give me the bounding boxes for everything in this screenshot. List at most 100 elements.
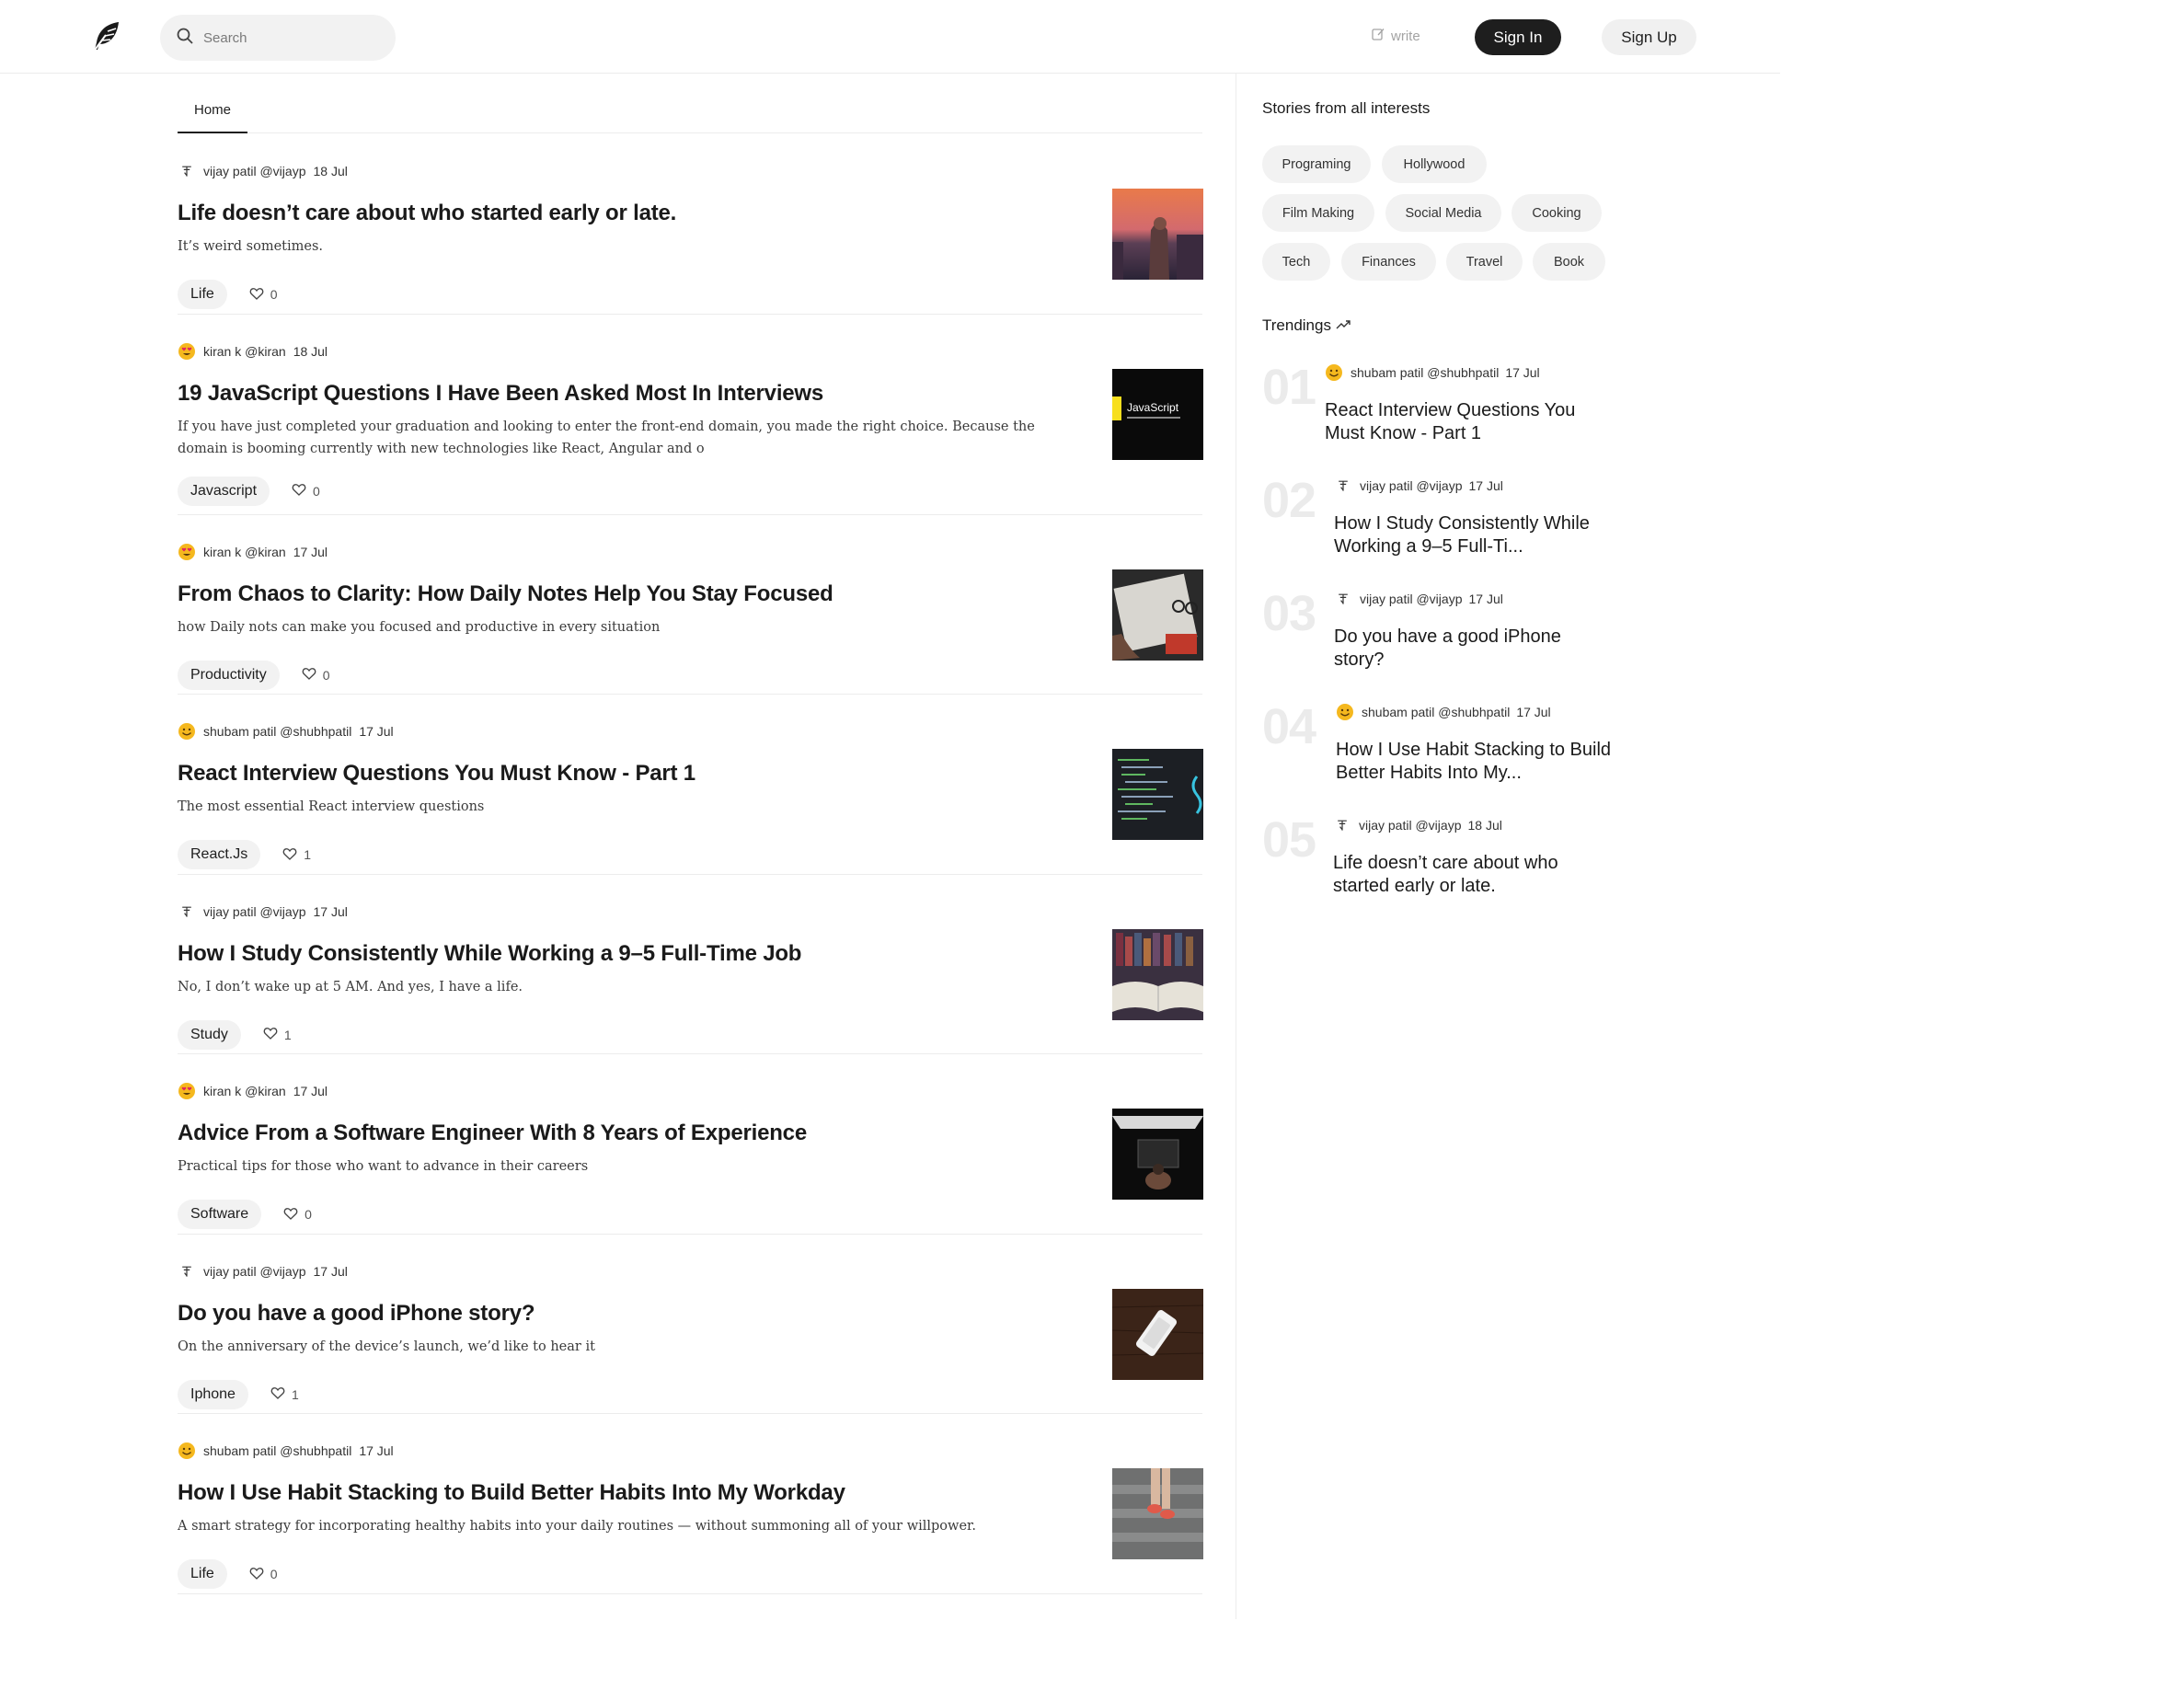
trending-title[interactable]: How I Study Consistently While Working a… [1334, 512, 1610, 558]
like-button[interactable]: 0 [249, 286, 278, 304]
post-author[interactable]: kiran k @kiran [203, 1084, 286, 1098]
post-tag[interactable]: React.Js [178, 840, 261, 869]
post-tag[interactable]: Life [178, 280, 227, 309]
like-button[interactable]: 0 [283, 1206, 312, 1224]
trending-author[interactable]: vijay patil @vijayp [1359, 818, 1461, 833]
tab-home[interactable]: Home [178, 88, 247, 133]
sign-up-button[interactable]: Sign Up [1602, 19, 1696, 55]
post-title[interactable]: How I Use Habit Stacking to Build Better… [178, 1480, 845, 1506]
trending-meta: vijay patil @vijayp 18 Jul [1333, 816, 1502, 834]
post-meta: shubam patil @shubhpatil 17 Jul [178, 722, 394, 741]
post-card[interactable]: vijay patil @vijayp 17 Jul Do you have a g… [178, 1235, 1203, 1414]
like-count: 1 [304, 847, 312, 862]
interest-chip-finances[interactable]: Finances [1341, 243, 1436, 281]
post-author[interactable]: vijay patil @vijayp [203, 904, 305, 919]
interest-chip-hollywood[interactable]: Hollywood [1382, 145, 1487, 183]
feather-logo-icon[interactable] [87, 18, 124, 55]
post-card[interactable]: shubam patil @shubhpatil 17 Jul How I Use … [178, 1414, 1203, 1594]
like-button[interactable]: 0 [302, 666, 330, 684]
post-author[interactable]: shubam patil @shubhpatil [203, 724, 351, 739]
post-title[interactable]: Life doesn’t care about who started earl… [178, 201, 676, 226]
post-thumbnail[interactable] [1112, 749, 1203, 840]
post-title[interactable]: Do you have a good iPhone story? [178, 1301, 535, 1327]
like-button[interactable]: 1 [270, 1385, 299, 1403]
trending-title[interactable]: Do you have a good iPhone story? [1334, 626, 1610, 672]
trending-date: 17 Jul [1505, 365, 1540, 380]
post-title[interactable]: How I Study Consistently While Working a… [178, 941, 801, 967]
svg-text:JavaScript: JavaScript [1127, 401, 1179, 414]
search-input[interactable] [203, 29, 387, 46]
trending-title[interactable]: React Interview Questions You Must Know … [1325, 399, 1601, 445]
post-card[interactable]: vijay patil @vijayp 18 Jul Life doesn’t ca… [178, 134, 1203, 315]
post-tag[interactable]: Life [178, 1559, 227, 1589]
post-description: It’s weird sometimes. [178, 239, 324, 254]
post-thumbnail[interactable] [1112, 1109, 1203, 1200]
interest-chip-social-media[interactable]: Social Media [1385, 194, 1501, 232]
heart-icon [283, 1206, 305, 1224]
like-count: 0 [322, 667, 330, 683]
trending-meta: vijay patil @vijayp 17 Jul [1334, 477, 1503, 495]
trending-item[interactable]: 04 shubam patil @shubhpatil 17 Jul How I Us… [1262, 698, 1612, 809]
post-author[interactable]: kiran k @kiran [203, 545, 286, 559]
interest-chip-travel[interactable]: Travel [1446, 243, 1523, 281]
trending-date: 18 Jul [1467, 818, 1502, 833]
post-title[interactable]: Advice From a Software Engineer With 8 Y… [178, 1121, 807, 1146]
trending-item[interactable]: 03 vijay patil @vijayp 17 Jul Do you have a… [1262, 585, 1612, 695]
trendings-label: Trendings [1262, 316, 1331, 334]
post-card[interactable]: kiran k @kiran 17 Jul From Chaos to Clarit… [178, 515, 1203, 695]
like-button[interactable]: 0 [292, 482, 320, 500]
post-tag[interactable]: Software [178, 1200, 262, 1229]
trending-item[interactable]: 05 vijay patil @vijayp 18 Jul Life doesn’t … [1262, 811, 1612, 922]
interest-chip-book[interactable]: Book [1533, 243, 1605, 281]
like-button[interactable]: 1 [282, 846, 311, 864]
post-title[interactable]: React Interview Questions You Must Know … [178, 761, 695, 787]
post-tag[interactable]: Productivity [178, 660, 280, 690]
trending-item[interactable]: 02 vijay patil @vijayp 17 Jul How I Study C… [1262, 472, 1612, 582]
trending-author[interactable]: vijay patil @vijayp [1360, 592, 1462, 606]
post-thumbnail[interactable]: JavaScript [1112, 368, 1203, 460]
heart-icon [249, 286, 270, 304]
trending-author[interactable]: vijay patil @vijayp [1360, 478, 1462, 493]
like-button[interactable]: 1 [263, 1026, 292, 1043]
post-meta: shubam patil @shubhpatil 17 Jul [178, 1442, 394, 1460]
interest-chip-film-making[interactable]: Film Making [1262, 194, 1374, 232]
search-box[interactable] [160, 15, 396, 61]
trending-item[interactable]: 01 shubam patil @shubhpatil 17 Jul React In… [1262, 359, 1612, 469]
post-author[interactable]: vijay patil @vijayp [203, 1264, 305, 1279]
like-button[interactable]: 0 [249, 1566, 278, 1583]
post-card[interactable]: kiran k @kiran 18 Jul 19 JavaScript Questi… [178, 315, 1203, 515]
interest-chip-programing[interactable]: Programing [1262, 145, 1371, 183]
interest-chip-cooking[interactable]: Cooking [1512, 194, 1602, 232]
post-tag[interactable]: Iphone [178, 1379, 248, 1409]
post-thumbnail[interactable] [1112, 1468, 1203, 1559]
post-description: The most essential React interview quest… [178, 799, 485, 814]
trending-author[interactable]: shubam patil @shubhpatil [1351, 365, 1499, 380]
post-tag[interactable]: Study [178, 1019, 241, 1050]
trending-title[interactable]: Life doesn’t care about who started earl… [1333, 852, 1609, 898]
like-count: 0 [305, 1207, 312, 1222]
post-card[interactable]: vijay patil @vijayp 17 Jul How I Study Con… [178, 875, 1203, 1054]
trending-title[interactable]: How I Use Habit Stacking to Build Better… [1336, 739, 1612, 785]
interest-chip-tech[interactable]: Tech [1262, 243, 1330, 281]
heart-eyes-emoji [178, 342, 196, 361]
post-title[interactable]: 19 JavaScript Questions I Have Been Aske… [178, 381, 823, 407]
post-footer: Life 0 [178, 1559, 278, 1589]
post-thumbnail[interactable] [1112, 1288, 1203, 1380]
post-author[interactable]: shubam patil @shubhpatil [203, 1443, 351, 1458]
post-thumbnail[interactable] [1112, 928, 1203, 1020]
trending-author[interactable]: shubam patil @shubhpatil [1362, 705, 1510, 719]
post-card[interactable]: shubam patil @shubhpatil 17 Jul React Inte… [178, 695, 1203, 875]
post-thumbnail[interactable] [1112, 569, 1203, 661]
trending-rank: 02 [1262, 473, 1316, 528]
post-tag[interactable]: Javascript [178, 476, 270, 506]
sign-in-button[interactable]: Sign In [1475, 19, 1561, 55]
heart-icon [263, 1026, 284, 1043]
write-link[interactable]: write [1371, 27, 1420, 45]
post-footer: Software 0 [178, 1200, 312, 1229]
post-thumbnail[interactable] [1112, 189, 1203, 280]
post-author[interactable]: kiran k @kiran [203, 344, 286, 359]
post-card[interactable]: kiran k @kiran 17 Jul Advice From a Softwa… [178, 1054, 1203, 1235]
post-date: 17 Jul [293, 1084, 328, 1098]
post-author[interactable]: vijay patil @vijayp [203, 164, 305, 178]
post-title[interactable]: From Chaos to Clarity: How Daily Notes H… [178, 581, 833, 607]
